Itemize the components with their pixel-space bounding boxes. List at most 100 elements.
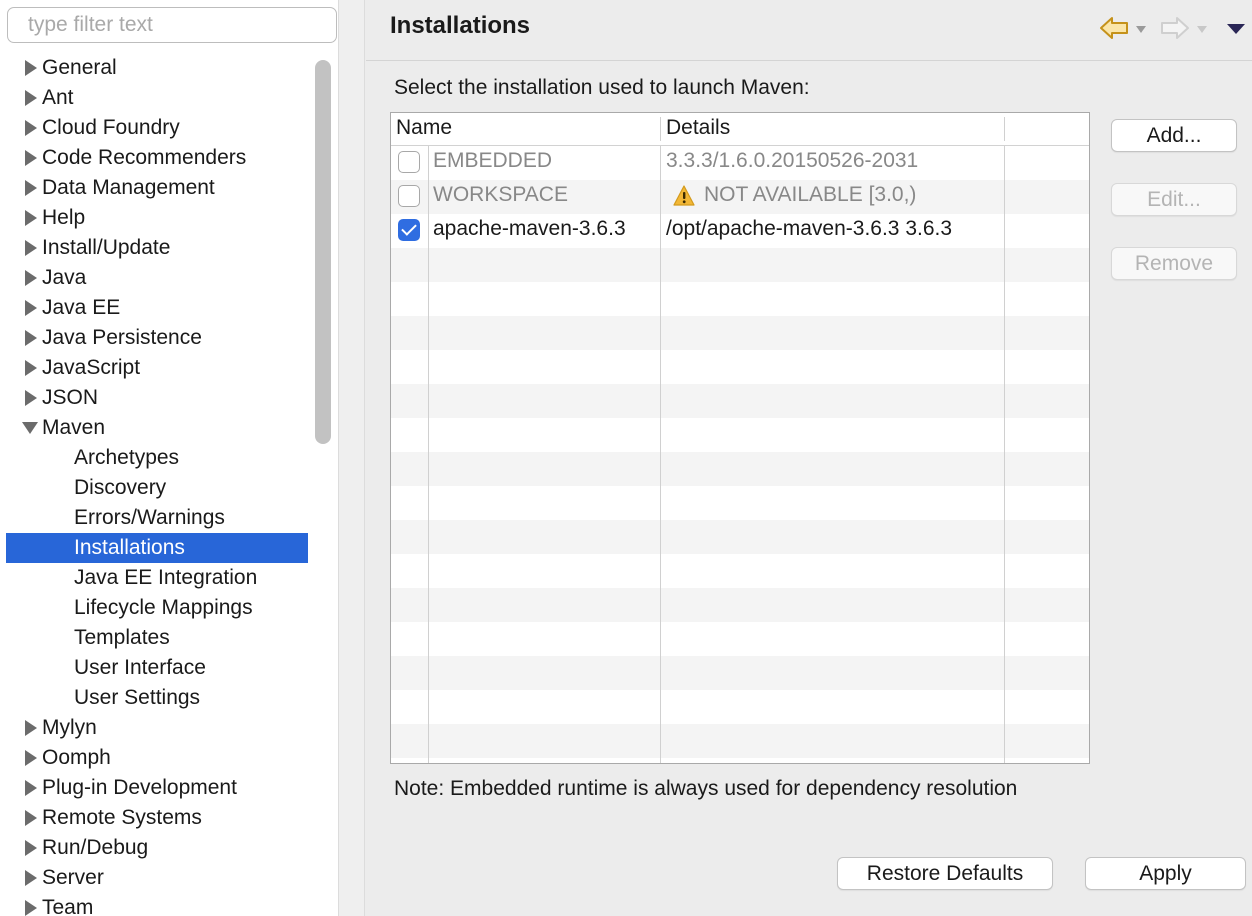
edit-button[interactable]: Edit... [1111,183,1237,216]
tree-item-installations[interactable]: Installations [6,533,308,563]
tree-item-json[interactable]: JSON [0,383,310,413]
apply-button[interactable]: Apply [1085,857,1246,890]
tree-item-archetypes[interactable]: Archetypes [0,443,310,473]
column-line [428,146,429,763]
back-button[interactable] [1098,12,1148,44]
table-row[interactable]: apache-maven-3.6.3/opt/apache-maven-3.6.… [391,214,1089,248]
preferences-navigation-panel: General Ant Cloud Foundry Code Recommenders… [0,0,338,916]
collapsed-triangle-icon[interactable] [22,143,38,173]
restore-defaults-button[interactable]: Restore Defaults [837,857,1053,890]
collapsed-triangle-icon[interactable] [22,173,38,203]
collapsed-triangle-icon[interactable] [22,53,38,83]
installation-details: /opt/apache-maven-3.6.3 3.6.3 [666,217,953,240]
tree-item-label: Java [42,266,87,289]
add-button[interactable]: Add... [1111,119,1237,152]
view-menu-button[interactable] [1224,12,1248,44]
collapsed-triangle-icon[interactable] [22,263,38,293]
table-row [391,384,1089,418]
table-row[interactable]: EMBEDDED 3.3.3/1.6.0.20150526-2031 [391,146,1089,180]
tree-item-label: User Interface [74,656,206,679]
filter-input[interactable] [7,7,337,43]
table-row [391,452,1089,486]
table-row [391,418,1089,452]
collapsed-triangle-icon[interactable] [22,713,38,743]
forward-button[interactable] [1159,12,1209,44]
collapsed-triangle-icon[interactable] [22,383,38,413]
tree-item-mylyn[interactable]: Mylyn [0,713,310,743]
tree-item-label: JavaScript [42,356,141,379]
collapsed-triangle-icon[interactable] [22,293,38,323]
tree-item-label: Help [42,206,86,229]
collapsed-triangle-icon[interactable] [22,203,38,233]
installation-checkbox[interactable] [398,185,420,207]
tree-item-templates[interactable]: Templates [0,623,310,653]
tree-item-team[interactable]: Team [0,893,310,916]
tree-item-label: Maven [42,416,106,439]
tree-item-plug-in-development[interactable]: Plug-in Development [0,773,310,803]
collapsed-triangle-icon[interactable] [22,743,38,773]
tree-item-errors-warnings[interactable]: Errors/Warnings [0,503,310,533]
collapsed-triangle-icon[interactable] [22,113,38,143]
tree-item-general[interactable]: General [0,53,310,83]
tree-item-javascript[interactable]: JavaScript [0,353,310,383]
tree-item-maven[interactable]: Maven [0,413,310,443]
tree-item-label: General [42,56,117,79]
tree-item-java[interactable]: Java [0,263,310,293]
forward-arrow-icon [1161,17,1189,39]
tree-item-discovery[interactable]: Discovery [0,473,310,503]
collapsed-triangle-icon[interactable] [22,833,38,863]
collapsed-triangle-icon[interactable] [22,863,38,893]
collapsed-triangle-icon[interactable] [22,893,38,916]
tree-item-cloud-foundry[interactable]: Cloud Foundry [0,113,310,143]
tree-item-server[interactable]: Server [0,863,310,893]
tree-item-label: Install/Update [42,236,171,259]
tree-item-label: Run/Debug [42,836,149,859]
tree-item-help[interactable]: Help [0,203,310,233]
preference-tree: General Ant Cloud Foundry Code Recommenders… [0,53,310,916]
table-row [391,486,1089,520]
tree-item-label: Ant [42,86,74,109]
tree-item-java-ee[interactable]: Java EE [0,293,310,323]
tree-item-install-update[interactable]: Install/Update [0,233,310,263]
column-line [1004,146,1005,763]
column-divider [660,117,661,141]
installation-name: EMBEDDED [433,149,553,172]
installation-checkbox[interactable] [398,151,420,173]
collapsed-triangle-icon[interactable] [22,353,38,383]
collapsed-triangle-icon[interactable] [22,773,38,803]
tree-item-label: Cloud Foundry [42,116,180,139]
tree-item-label: Installations [74,536,185,559]
table-row[interactable]: WORKSPACE NOT AVAILABLE [3.0,) [391,180,1089,214]
collapsed-triangle-icon[interactable] [22,803,38,833]
collapsed-triangle-icon[interactable] [22,323,38,353]
tree-item-java-persistence[interactable]: Java Persistence [0,323,310,353]
installation-checkbox[interactable] [398,219,420,241]
table-row [391,690,1089,724]
tree-item-java-ee-integration[interactable]: Java EE Integration [0,563,310,593]
tree-item-label: JSON [42,386,99,409]
tree-item-ant[interactable]: Ant [0,83,310,113]
tree-item-oomph[interactable]: Oomph [0,743,310,773]
tree-item-label: Server [42,866,104,889]
tree-item-user-interface[interactable]: User Interface [0,653,310,683]
tree-item-code-recommenders[interactable]: Code Recommenders [0,143,310,173]
tree-scrollbar-thumb[interactable] [315,60,331,444]
back-dropdown-icon[interactable] [1136,26,1146,33]
tree-item-run-debug[interactable]: Run/Debug [0,833,310,863]
tree-item-user-settings[interactable]: User Settings [0,683,310,713]
tree-item-label: Mylyn [42,716,97,739]
installation-name: apache-maven-3.6.3 [433,217,626,240]
forward-dropdown-icon[interactable] [1197,26,1207,33]
panel-splitter[interactable] [338,0,365,916]
collapsed-triangle-icon[interactable] [22,83,38,113]
column-header-name[interactable]: Name [396,116,452,140]
tree-item-data-management[interactable]: Data Management [0,173,310,203]
table-row [391,520,1089,554]
collapsed-triangle-icon[interactable] [22,233,38,263]
expanded-triangle-icon[interactable] [22,413,38,443]
table-row [391,350,1089,384]
column-header-details[interactable]: Details [666,116,730,140]
tree-item-lifecycle-mappings[interactable]: Lifecycle Mappings [0,593,310,623]
tree-item-remote-systems[interactable]: Remote Systems [0,803,310,833]
remove-button[interactable]: Remove [1111,247,1237,280]
